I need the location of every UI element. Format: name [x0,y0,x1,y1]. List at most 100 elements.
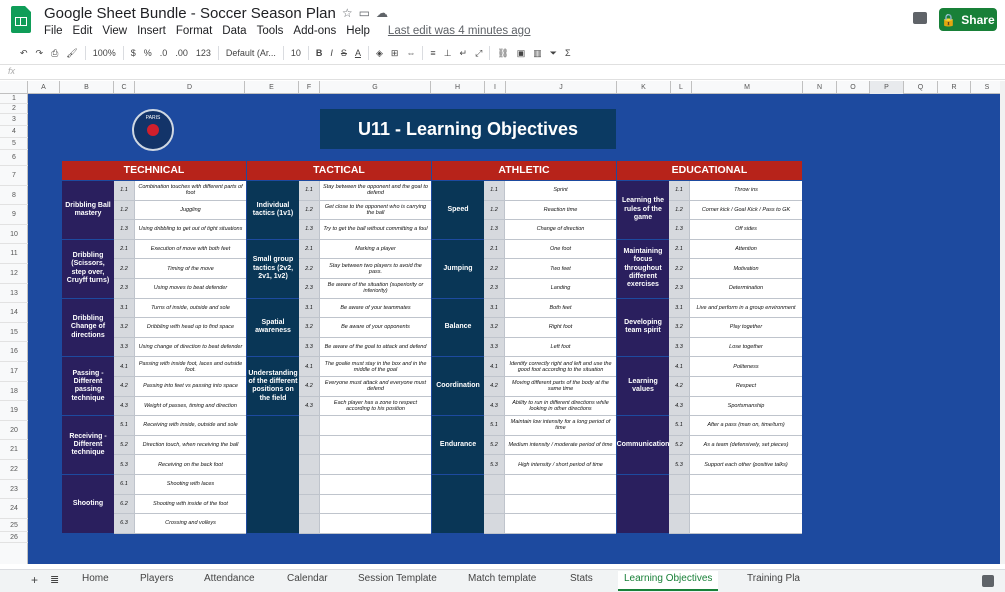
row-header-21[interactable]: 21 [0,440,28,460]
tactical-number-cell[interactable] [299,475,320,495]
row-header-12[interactable]: 12 [0,264,28,284]
column-header-g[interactable]: G [320,81,431,94]
technical-objective-cell[interactable]: Passing into feet vs passing into space [135,377,246,397]
athletic-objective-cell[interactable]: Ability to run in different directions w… [505,396,616,417]
menu-help[interactable]: Help [346,25,370,37]
menu-addons[interactable]: Add-ons [293,25,336,37]
tab-match-template[interactable]: Match template [468,573,536,584]
educational-number-cell[interactable]: 2.3 [669,279,690,299]
athletic-number-cell[interactable]: 5.1 [484,416,505,436]
row-header-14[interactable]: 14 [0,303,28,323]
cloud-icon[interactable]: ☁ [376,6,388,20]
row-header-25[interactable]: 25 [0,519,28,532]
tactical-objective-cell[interactable]: Be aware of the situation (superiority o… [320,279,431,299]
italic-button[interactable]: I [326,48,337,58]
tactical-objective-cell[interactable]: Each player has a zone to respect accord… [320,396,431,417]
column-header-a[interactable]: A [28,81,60,94]
technical-number-cell[interactable]: 5.3 [114,455,135,475]
athletic-objective-cell[interactable]: High intensity / short period of time [505,455,616,475]
tab-stats[interactable]: Stats [570,573,593,584]
vertical-align-icon[interactable]: ⊥ [440,48,456,59]
educational-number-cell[interactable]: 3.2 [669,318,690,338]
row-header-2[interactable]: 2 [0,104,28,114]
athletic-number-cell[interactable]: 4.1 [484,357,505,377]
tactical-objective-cell[interactable] [320,455,431,475]
educational-number-cell[interactable]: 1.3 [669,220,690,240]
athletic-number-cell[interactable]: 1.2 [484,200,505,221]
row-header-3[interactable]: 3 [0,114,28,126]
borders-icon[interactable]: ⊞ [387,48,403,59]
educational-objective-cell[interactable]: Sportsmanship [690,396,802,417]
font-size-select[interactable]: 10 [287,48,305,58]
paint-format-icon[interactable]: 🖌 [62,48,81,59]
tactical-number-cell[interactable]: 2.2 [299,259,320,279]
technical-objective-cell[interactable]: Receiving with inside, outside and sole [135,416,246,436]
tactical-objective-cell[interactable]: Be aware of your teammates [320,298,431,319]
tab-attendance[interactable]: Attendance [204,573,255,584]
doc-title[interactable]: Google Sheet Bundle - Soccer Season Plan [44,5,336,22]
tactical-number-cell[interactable] [299,416,320,436]
column-header-i[interactable]: I [485,81,506,94]
educational-number-cell[interactable]: 2.1 [669,239,690,260]
tactical-objective-cell[interactable]: Stay between the opponent and the goal t… [320,181,431,201]
sheets-logo-icon[interactable] [11,6,31,33]
row-header-15[interactable]: 15 [0,323,28,343]
technical-objective-cell[interactable]: Shooting with inside of the foot [135,494,246,515]
text-color-button[interactable]: A [351,48,365,58]
technical-number-cell[interactable]: 2.1 [114,239,135,260]
column-header-b[interactable]: B [60,81,114,94]
technical-objective-cell[interactable]: Combination touches with different parts… [135,181,246,201]
column-header-l[interactable]: L [671,81,692,94]
educational-objective-cell[interactable]: Corner kick / Goal Kick / Pass to GK [690,200,802,221]
technical-objective-cell[interactable]: Juggling [135,200,246,221]
row-header-4[interactable]: 4 [0,126,28,138]
menu-edit[interactable]: Edit [73,25,93,37]
educational-number-cell[interactable]: 1.1 [669,181,690,201]
fill-color-icon[interactable]: ◈ [372,48,387,59]
row-header-26[interactable]: 26 [0,532,28,543]
tab-learning-objectives[interactable]: Learning Objectives [618,571,719,591]
row-header-24[interactable]: 24 [0,499,28,519]
share-button[interactable]: 🔒 Share [939,8,997,31]
tactical-objective-cell[interactable]: Marking a player [320,239,431,260]
tactical-objective-cell[interactable] [320,494,431,515]
educational-number-cell[interactable]: 3.1 [669,298,690,319]
increase-decimal-button[interactable]: .00 [171,48,192,58]
explore-icon[interactable] [982,575,994,587]
currency-button[interactable]: $ [127,48,140,58]
tactical-number-cell[interactable]: 1.3 [299,220,320,240]
print-icon[interactable]: ⎙ [47,48,62,59]
folder-icon[interactable]: ▭ [359,6,370,20]
column-header-d[interactable]: D [135,81,245,94]
formula-bar[interactable]: fx [0,64,1005,80]
column-header-j[interactable]: J [506,81,617,94]
technical-number-cell[interactable]: 6.1 [114,475,135,495]
athletic-number-cell[interactable]: 3.2 [484,318,505,338]
technical-number-cell[interactable]: 1.1 [114,181,135,201]
add-sheet-icon[interactable]: + [31,573,38,587]
tactical-objective-cell[interactable]: Everyone must attack and everyone must d… [320,377,431,397]
technical-objective-cell[interactable]: Dribbling with head up to find space [135,318,246,338]
athletic-number-cell[interactable]: 1.3 [484,220,505,240]
menu-format[interactable]: Format [176,25,212,37]
decrease-decimal-button[interactable]: .0 [156,48,172,58]
technical-number-cell[interactable]: 4.3 [114,396,135,417]
row-header-9[interactable]: 9 [0,205,28,225]
tactical-number-cell[interactable] [299,455,320,475]
educational-objective-cell[interactable]: Motivation [690,259,802,279]
font-select[interactable]: Default (Ar... [222,48,280,58]
educational-number-cell[interactable]: 5.1 [669,416,690,436]
redo-icon[interactable]: ↷ [32,48,48,59]
tactical-number-cell[interactable]: 3.2 [299,318,320,338]
athletic-number-cell[interactable]: 4.2 [484,377,505,397]
row-header-1[interactable]: 1 [0,94,28,104]
undo-icon[interactable]: ↶ [16,48,32,59]
tactical-objective-cell[interactable]: Stay between two players to avoid the pa… [320,259,431,279]
educational-objective-cell[interactable]: Attention [690,239,802,260]
menu-file[interactable]: File [44,25,63,37]
tactical-number-cell[interactable]: 4.1 [299,357,320,377]
educational-objective-cell[interactable] [690,494,802,515]
athletic-number-cell[interactable]: 3.3 [484,337,505,358]
technical-number-cell[interactable]: 3.2 [114,318,135,338]
athletic-number-cell[interactable]: 4.3 [484,396,505,417]
